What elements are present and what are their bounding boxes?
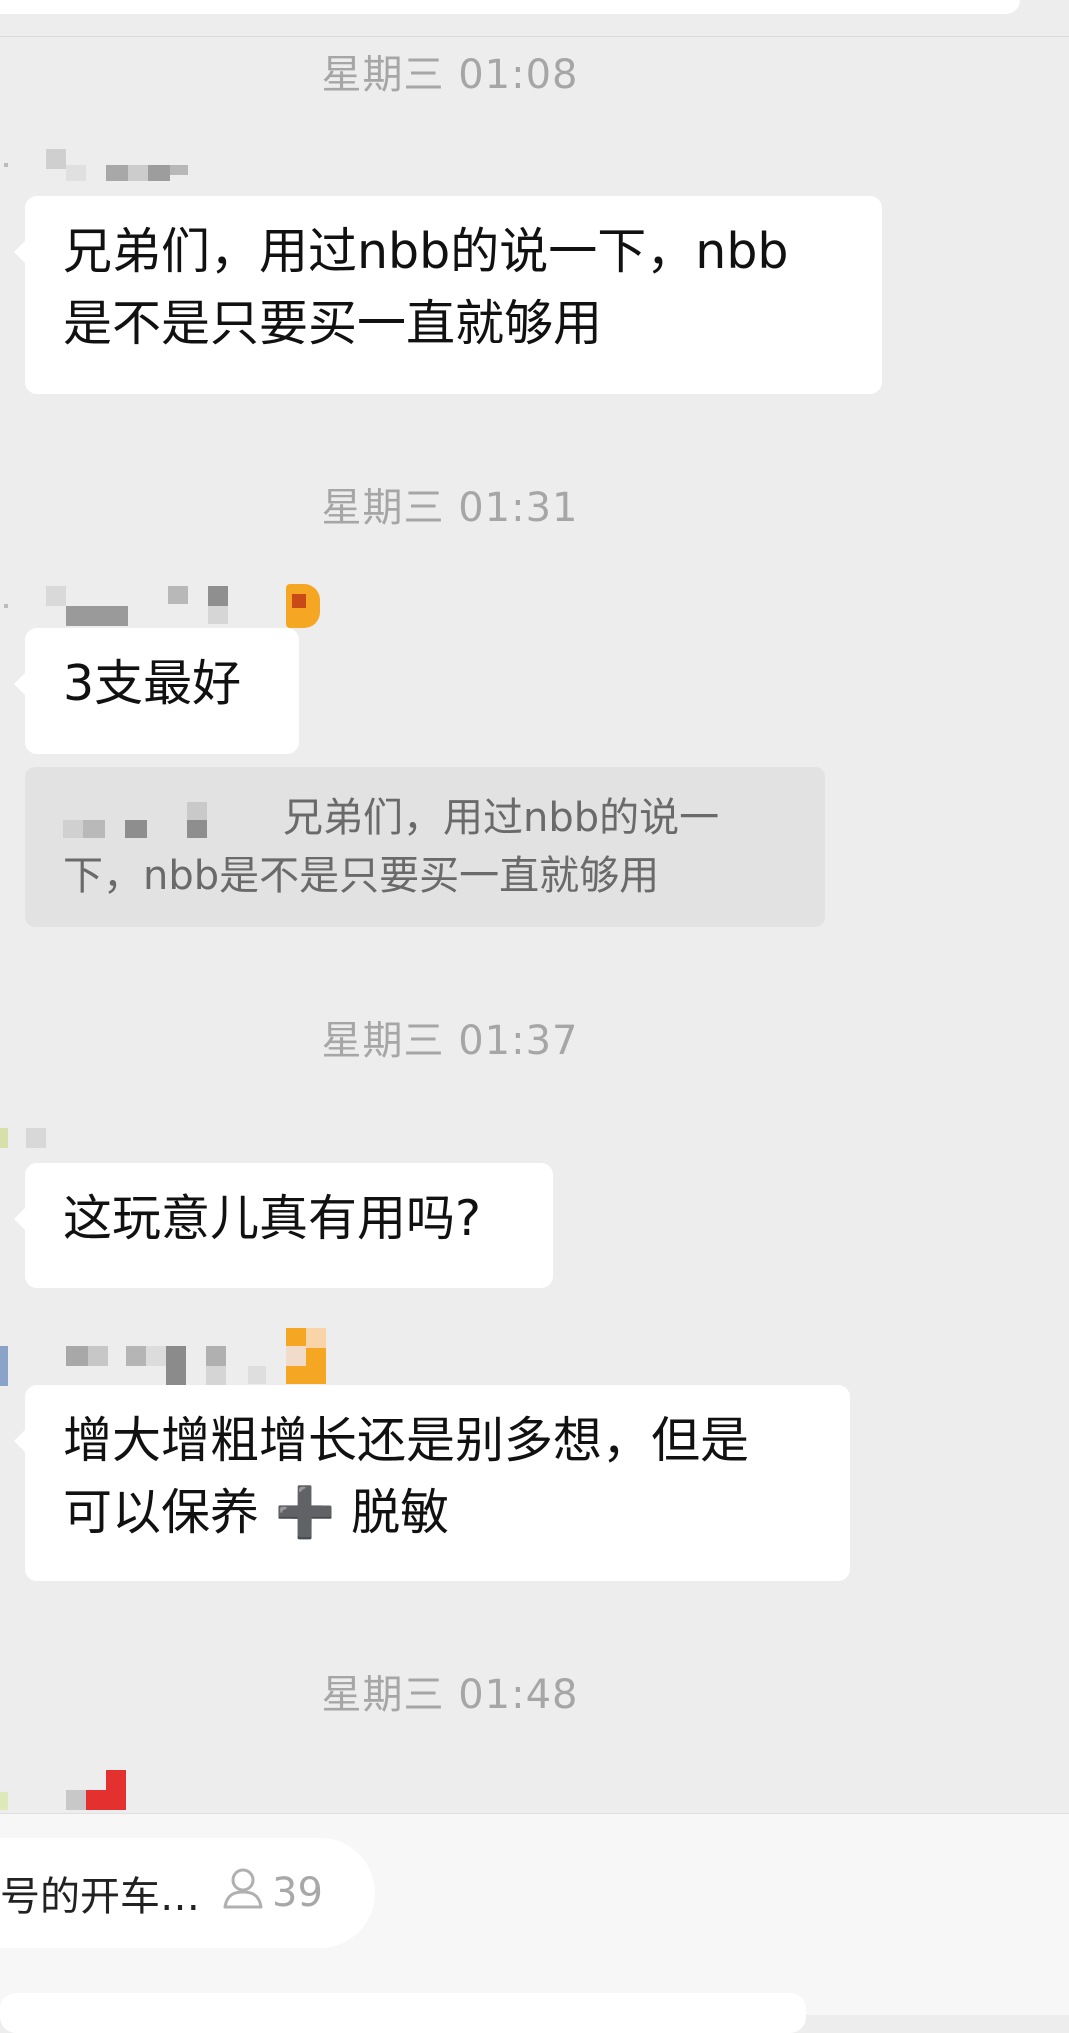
message-text-line: 增大增粗增长还是别多想，但是 (63, 1412, 750, 1469)
message-text-line: 兄弟们，用过nbb的说一下，nbb (63, 223, 789, 280)
group-info-pill[interactable]: 号的开车… 39 (0, 1838, 375, 1948)
sender-name-pixelated[interactable] (0, 1766, 140, 1812)
message-text-line: 这玩意儿真有用吗? (63, 1190, 482, 1247)
message-text-line: 3支最好 (63, 655, 242, 712)
previous-message-bubble-fragment[interactable] (0, 0, 1020, 14)
message-bubble[interactable]: 增大增粗增长还是别多想，但是 可以保养 ➕ 脱敏 (14, 1385, 850, 1581)
divider (0, 36, 1069, 37)
quote-line: 兄弟们，用过nbb的说一 (63, 789, 789, 847)
quote-text-line: 兄弟们，用过nbb的说一 (283, 795, 720, 841)
member-count: 39 (272, 1870, 323, 1916)
timestamp: 星期三 01:37 (321, 1018, 579, 1064)
quote-author-pixelated (63, 800, 283, 840)
group-title: 号的开车… (0, 1874, 200, 1920)
quote-text-line: 下，nbb是不是只要买一直就够用 (63, 853, 660, 899)
sender-name-pixelated[interactable] (0, 1124, 60, 1154)
message-text-line: 是不是只要买一直就够用 (63, 295, 603, 352)
person-icon (220, 1865, 266, 1921)
message-bubble[interactable]: 这玩意儿真有用吗? (14, 1163, 553, 1288)
sender-name-pixelated[interactable] (0, 145, 200, 181)
quoted-message[interactable]: 兄弟们，用过nbb的说一 下，nbb是不是只要买一直就够用 (25, 767, 825, 927)
message-text-line: 可以保养 ➕ 脱敏 (63, 1484, 450, 1541)
message-input-fragment[interactable] (0, 1993, 806, 2033)
message-bubble[interactable]: 3支最好 (14, 628, 299, 754)
timestamp: 星期三 01:08 (321, 52, 579, 98)
sender-name-pixelated[interactable] (0, 582, 330, 632)
message-bubble[interactable]: 兄弟们，用过nbb的说一下，nbb 是不是只要买一直就够用 (14, 196, 882, 394)
timestamp: 星期三 01:31 (321, 485, 579, 531)
sender-name-pixelated[interactable] (0, 1326, 340, 1386)
timestamp: 星期三 01:48 (321, 1672, 579, 1718)
